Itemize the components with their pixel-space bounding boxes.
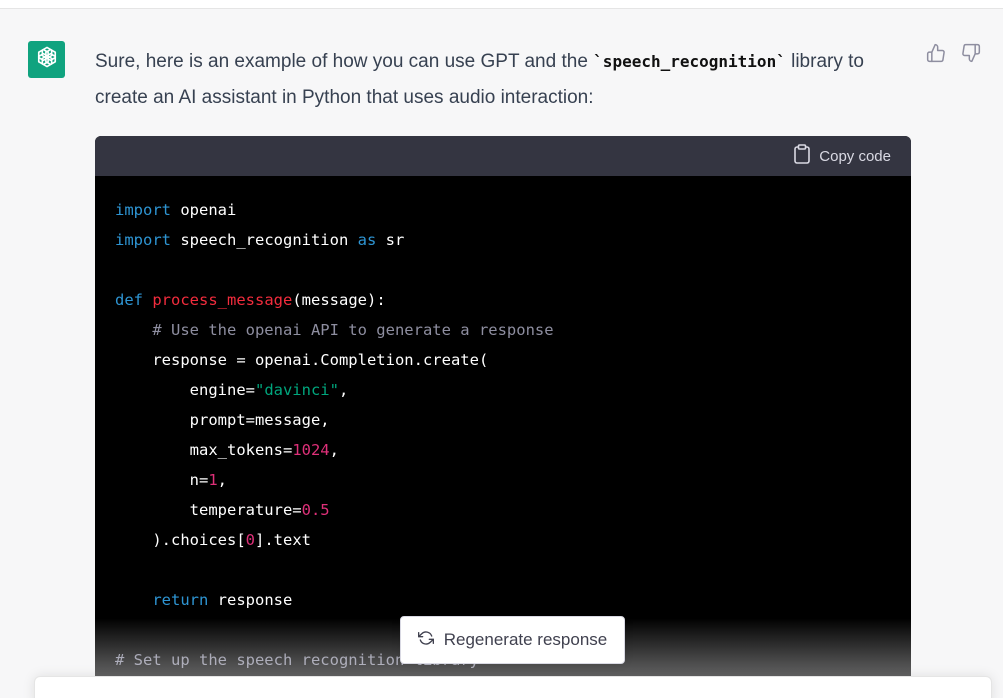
- code-token: max_tokens=: [115, 441, 293, 459]
- code-line: engine="davinci",: [115, 375, 911, 405]
- code-token: prompt=message,: [115, 411, 330, 429]
- clipboard-icon: [793, 144, 811, 168]
- refresh-icon: [417, 630, 434, 651]
- thumbs-up-icon: [926, 43, 946, 68]
- top-divider: [0, 0, 1003, 9]
- code-token: 1: [208, 471, 218, 489]
- code-block: Copy code import openai import speech_rec…: [95, 136, 911, 698]
- code-token: process_message: [152, 291, 293, 309]
- regenerate-response-button[interactable]: Regenerate response: [400, 616, 625, 664]
- assistant-avatar: [28, 41, 65, 78]
- thumbs-up-button[interactable]: [925, 43, 947, 68]
- code-line: import openai: [115, 195, 911, 225]
- code-line: def process_message(message):: [115, 285, 911, 315]
- code-token: 1024: [292, 441, 330, 459]
- code-line: n=1,: [115, 465, 911, 495]
- code-line: ).choices[0].text: [115, 525, 911, 555]
- code-token: ,: [217, 471, 228, 489]
- code-token: n=: [115, 471, 209, 489]
- code-token: speech_recognition: [171, 231, 358, 249]
- code-line: # Use the openai API to generate a respo…: [115, 315, 911, 345]
- code-line: import speech_recognition as sr: [115, 225, 911, 255]
- code-line: temperature=0.5: [115, 495, 911, 525]
- code-token: import: [115, 201, 171, 219]
- message-input[interactable]: [34, 676, 992, 698]
- code-token: ).choices[: [115, 531, 246, 549]
- thumbs-down-button[interactable]: [960, 43, 982, 68]
- code-token: as: [357, 231, 377, 249]
- code-token: def: [115, 291, 143, 309]
- openai-logo-icon: [34, 44, 60, 75]
- code-token: ,: [329, 441, 339, 459]
- message-text-before: Sure, here is an example of how you can …: [95, 51, 594, 72]
- code-token: 0.5: [301, 501, 330, 519]
- code-body: import openai import speech_recognition a…: [95, 176, 911, 675]
- code-token: ].text: [255, 531, 311, 549]
- code-token: 0: [245, 531, 255, 549]
- code-token: engine=: [115, 381, 255, 399]
- inline-code: `speech_recognition`: [593, 52, 786, 71]
- code-line: response = openai.Completion.create(: [115, 345, 911, 375]
- code-header: Copy code: [95, 136, 911, 176]
- copy-code-button[interactable]: Copy code: [793, 144, 891, 168]
- code-token: openai: [171, 201, 237, 219]
- code-token: # Use the openai API to generate a respo…: [115, 321, 554, 339]
- regenerate-label: Regenerate response: [443, 630, 608, 649]
- code-token: "davinci": [254, 381, 339, 399]
- code-line: prompt=message,: [115, 405, 911, 435]
- copy-code-label: Copy code: [819, 147, 891, 165]
- thumbs-down-icon: [961, 43, 981, 68]
- code-token: sr: [376, 231, 405, 249]
- code-line: max_tokens=1024,: [115, 435, 911, 465]
- code-token: import: [115, 231, 171, 249]
- code-token: response = openai.Completion.create(: [115, 351, 489, 369]
- code-token: (message):: [292, 291, 386, 309]
- code-line: return response: [115, 585, 911, 615]
- code-token: response: [208, 591, 293, 609]
- code-token: return: [152, 591, 209, 609]
- code-token: ,: [338, 381, 349, 399]
- assistant-message: Sure, here is an example of how you can …: [95, 44, 910, 116]
- code-token: temperature=: [115, 501, 302, 519]
